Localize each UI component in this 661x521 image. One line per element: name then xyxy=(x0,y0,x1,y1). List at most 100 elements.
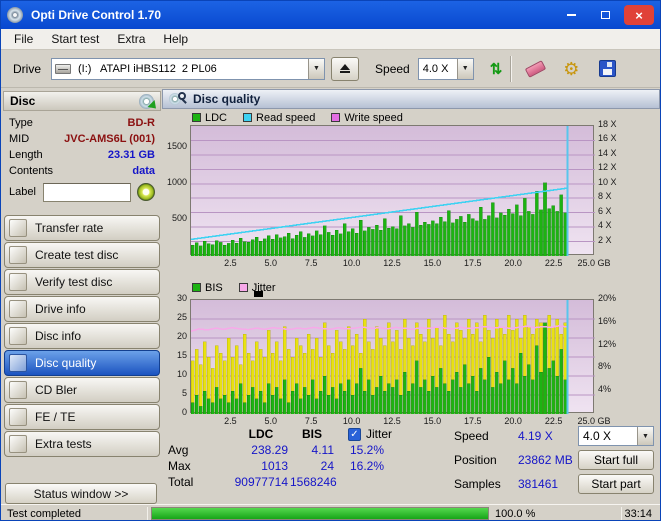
axis-tick-label: 25.0 GB xyxy=(577,258,611,268)
axis-tick-label: 12% xyxy=(598,338,617,349)
menu-item-extra[interactable]: Extra xyxy=(108,29,154,49)
axis-tick-label: 8% xyxy=(598,361,612,372)
stat-ldc-total: 90977714 xyxy=(234,475,288,489)
speed-check-icon[interactable]: ⇅ xyxy=(490,60,503,78)
sidebar-item-cd-bler[interactable]: CD Bler xyxy=(4,377,160,403)
axis-tick-label: 2.5 xyxy=(224,416,237,426)
main-panel: Disc quality LDC Read speed Write speed BI… xyxy=(162,89,660,504)
sidebar-item-extra-tests[interactable]: Extra tests xyxy=(4,431,160,457)
window-title: Opti Drive Control 1.70 xyxy=(31,8,162,22)
close-button[interactable]: × xyxy=(624,5,654,25)
legend-read-speed: Read speed xyxy=(243,112,315,124)
speed-stat-value: 4.19 X xyxy=(518,429,553,443)
sidebar-item-drive-info[interactable]: Drive info xyxy=(4,296,160,322)
disc-quality-header: Disc quality xyxy=(162,89,660,109)
status-window-button[interactable]: Status window >> xyxy=(5,483,157,504)
disc-section-header: Disc xyxy=(3,91,161,112)
sidebar-nav: Transfer rate Create test disc Verify test… xyxy=(3,215,161,458)
start-full-button[interactable]: Start full xyxy=(578,450,654,470)
bis-chart-plot xyxy=(191,300,595,414)
axis-tick-label: 8 X xyxy=(598,191,612,202)
menu-item-file[interactable]: File xyxy=(5,29,42,49)
extra-tests-icon xyxy=(9,435,27,453)
menu-item-start-test[interactable]: Start test xyxy=(42,29,108,49)
axis-tick-label: 12 X xyxy=(598,162,617,173)
label-input[interactable] xyxy=(43,183,131,202)
label-row: Label xyxy=(3,183,161,205)
axis-tick-label: 18 X xyxy=(598,119,617,129)
sidebar-item-disc-info[interactable]: Disc info xyxy=(4,323,160,349)
disc-info-row-length: Length 23.31 GB xyxy=(9,149,155,161)
samples-stat-label: Samples xyxy=(454,477,501,491)
maximize-icon xyxy=(600,11,610,19)
gear-icon: ⚙ xyxy=(563,58,580,79)
progress-percent: 100.0 % xyxy=(495,508,536,520)
chevron-down-icon[interactable]: ▼ xyxy=(637,427,653,445)
axis-tick-label: 6 X xyxy=(598,205,612,216)
options-button[interactable]: ⚙ xyxy=(556,60,586,78)
eraser-icon xyxy=(524,59,547,78)
axis-tick-label: 17.5 xyxy=(464,416,482,426)
ldc-column-header: LDC xyxy=(248,427,274,441)
drive-select-value: (I:) ATAPI iHBS112 2 PL06 xyxy=(78,62,217,75)
axis-tick-label: 1000 xyxy=(166,176,187,187)
sidebar-item-create-test-disc[interactable]: Create test disc xyxy=(4,242,160,268)
disc-info-icon xyxy=(9,327,27,345)
axis-tick-label: 15.0 xyxy=(423,258,442,268)
label-field-label: Label xyxy=(9,186,36,198)
axis-tick-label: 22.5 xyxy=(544,416,563,426)
axis-tick-label: 20.0 xyxy=(504,416,522,426)
menu-item-help[interactable]: Help xyxy=(154,29,197,49)
eject-button[interactable] xyxy=(331,56,360,81)
minimize-icon xyxy=(566,14,576,16)
sidebar: Disc Type BD-R MID JVC-AMS6L (001) Length 23.… xyxy=(3,89,161,504)
quality-speed-select[interactable]: 4.0 X ▼ xyxy=(578,426,654,446)
elapsed-time: 33:14 xyxy=(624,508,652,520)
legend-ldc: LDC xyxy=(192,112,227,124)
fe-te-icon xyxy=(9,408,27,426)
axis-tick-label: 15 xyxy=(176,350,187,360)
drive-select[interactable]: (I:) ATAPI iHBS112 2 PL06 ▼ xyxy=(51,57,326,80)
axis-tick-label: 0 xyxy=(181,407,187,417)
erase-disc-button[interactable] xyxy=(520,59,550,78)
bis-jitter-chart[interactable] xyxy=(190,299,595,414)
axis-tick-label: 20 xyxy=(176,331,187,341)
floppy-disk-icon xyxy=(598,60,616,77)
axis-tick-label: 10.0 xyxy=(342,258,361,268)
disc-label-icon[interactable] xyxy=(137,183,155,201)
stat-jitter-max: 16.2% xyxy=(349,459,385,473)
speed-select[interactable]: 4.0 X ▼ xyxy=(417,57,474,80)
minimize-button[interactable] xyxy=(556,5,586,25)
ldc-chart-plot xyxy=(191,126,595,256)
maximize-button[interactable] xyxy=(590,5,620,25)
disc-section-title: Disc xyxy=(10,94,36,108)
axis-tick-label: 25.0 GB xyxy=(577,416,611,426)
verify-test-disc-icon xyxy=(9,273,27,291)
sidebar-item-transfer-rate[interactable]: Transfer rate xyxy=(4,215,160,241)
chevron-down-icon[interactable]: ▼ xyxy=(456,58,473,79)
eject-icon xyxy=(340,64,351,70)
axis-tick-label: 10 X xyxy=(598,176,617,187)
read-speed-chip xyxy=(243,113,253,122)
sidebar-item-verify-test-disc[interactable]: Verify test disc xyxy=(4,269,160,295)
axis-tick-label: 16% xyxy=(598,315,617,326)
axis-tick-label: 20.0 xyxy=(504,258,522,268)
bis-chart-legend: BIS Jitter xyxy=(192,281,292,294)
transfer-rate-icon xyxy=(9,219,27,237)
bis-column-header: BIS xyxy=(301,427,322,441)
start-part-button[interactable]: Start part xyxy=(578,474,654,494)
write-speed-chip xyxy=(331,113,341,122)
sidebar-item-disc-quality[interactable]: Disc quality xyxy=(4,350,160,376)
chevron-down-icon[interactable]: ▼ xyxy=(308,58,325,79)
axis-tick-label: 4% xyxy=(598,384,612,395)
samples-stat-value: 381461 xyxy=(518,477,559,491)
save-button[interactable] xyxy=(592,60,622,77)
sidebar-item-fe-te[interactable]: FE / TE xyxy=(4,404,160,430)
speed-label: Speed xyxy=(375,61,410,76)
disc-quality-icon xyxy=(169,91,187,107)
stat-ldc-max: 1013 xyxy=(261,459,288,473)
axis-tick-label: 22.5 xyxy=(544,258,563,268)
jitter-checkbox[interactable]: ✓ xyxy=(348,428,361,441)
ldc-speed-chart[interactable] xyxy=(190,125,595,256)
menu-bar: File Start test Extra Help xyxy=(1,29,660,50)
